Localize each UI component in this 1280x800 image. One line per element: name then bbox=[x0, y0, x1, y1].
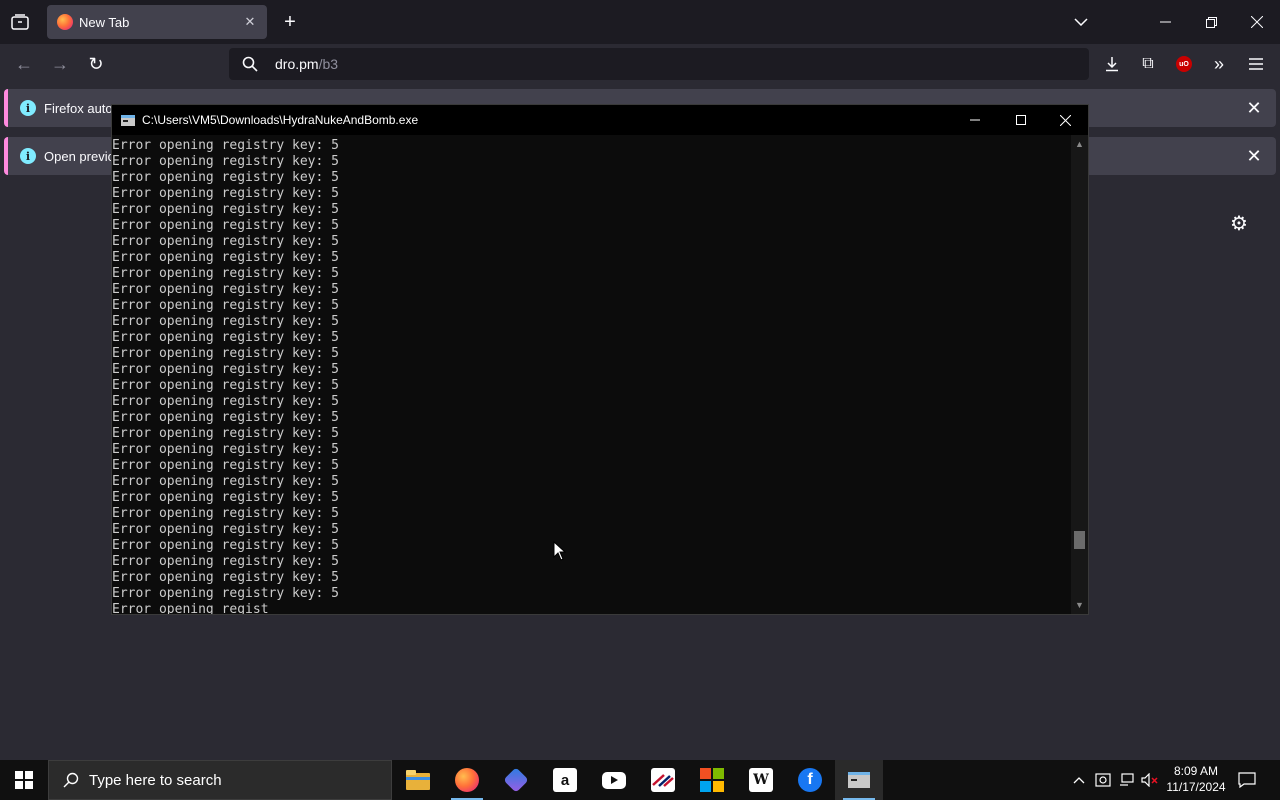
console-line: Error opening registry key: 5 bbox=[112, 346, 339, 361]
url-bar[interactable]: dro.pm/b3 bbox=[229, 48, 1089, 80]
console-line: Error opening registry key: 5 bbox=[112, 378, 339, 393]
tab-new-tab[interactable]: New Tab ✕ bbox=[47, 5, 267, 39]
clock-time: 8:09 AM bbox=[1173, 764, 1219, 778]
console-line: Error opening registry key: 5 bbox=[112, 234, 339, 249]
search-icon bbox=[241, 55, 259, 73]
downloads-icon[interactable] bbox=[1098, 50, 1126, 78]
console-window: C:\Users\VM5\Downloads\HydraNukeAndBomb.… bbox=[111, 104, 1089, 615]
search-icon bbox=[63, 772, 79, 788]
url-path: /b3 bbox=[318, 56, 339, 72]
restore-button[interactable] bbox=[1188, 0, 1234, 44]
more-tools-chevrons-icon[interactable]: » bbox=[1205, 50, 1233, 78]
console-line: Error opening registry key: 5 bbox=[112, 266, 339, 281]
taskbar: Type here to search a W f 8:09 AM 11/17/… bbox=[0, 760, 1280, 800]
taskbar-clock[interactable]: 8:09 AM 11/17/2024 bbox=[1162, 763, 1230, 795]
wikipedia-icon[interactable]: W bbox=[737, 760, 785, 800]
amazon-icon[interactable]: a bbox=[541, 760, 589, 800]
console-line: Error opening registry key: 5 bbox=[112, 138, 339, 153]
microsoft-store-icon[interactable] bbox=[688, 760, 736, 800]
mouse-pointer-icon bbox=[553, 540, 567, 561]
console-line: Error opening registry key: 5 bbox=[112, 282, 339, 297]
console-output[interactable]: Error opening registry key: 5 Error openi… bbox=[112, 138, 1072, 614]
new-tab-plus-icon[interactable]: + bbox=[280, 11, 300, 33]
console-maximize-button[interactable] bbox=[998, 105, 1044, 135]
console-app-icon bbox=[121, 114, 135, 126]
close-icon[interactable]: ✕ bbox=[1244, 98, 1264, 118]
console-line: Error opening registry key: 5 bbox=[112, 330, 339, 345]
console-close-button[interactable] bbox=[1042, 105, 1088, 135]
console-line: Error opening registry key: 5 bbox=[112, 154, 339, 169]
console-line: Error opening registry key: 5 bbox=[112, 538, 339, 553]
console-line: Error opening regist bbox=[112, 602, 269, 614]
search-placeholder: Type here to search bbox=[89, 771, 222, 789]
copilot-icon[interactable] bbox=[492, 760, 540, 800]
console-line: Error opening registry key: 5 bbox=[112, 362, 339, 377]
minimize-button[interactable] bbox=[1142, 0, 1188, 44]
info-icon: i bbox=[20, 148, 36, 164]
tab-title: New Tab bbox=[79, 14, 130, 30]
tab-strip: New Tab ✕ + bbox=[0, 0, 1280, 44]
firefox-taskbar-icon[interactable] bbox=[443, 760, 491, 800]
notification-center-icon[interactable] bbox=[1236, 770, 1258, 790]
console-line: Error opening registry key: 5 bbox=[112, 186, 339, 201]
console-line: Error opening registry key: 5 bbox=[112, 570, 339, 585]
console-line: Error opening registry key: 5 bbox=[112, 410, 339, 425]
bank-of-america-icon[interactable] bbox=[639, 760, 687, 800]
console-line: Error opening registry key: 5 bbox=[112, 490, 339, 505]
url-host: dro.pm bbox=[275, 56, 319, 72]
network-icon[interactable] bbox=[1117, 770, 1137, 790]
clock-date: 11/17/2024 bbox=[1166, 780, 1226, 794]
hamburger-menu-icon[interactable] bbox=[1242, 50, 1270, 78]
list-all-tabs-chevron-icon[interactable] bbox=[1070, 12, 1092, 32]
console-minimize-button[interactable] bbox=[952, 105, 998, 135]
console-line: Error opening registry key: 5 bbox=[112, 474, 339, 489]
firefox-icon bbox=[57, 14, 73, 30]
console-title-bar[interactable]: C:\Users\VM5\Downloads\HydraNukeAndBomb.… bbox=[112, 105, 1088, 135]
console-line: Error opening registry key: 5 bbox=[112, 586, 339, 601]
firefox-view-icon[interactable] bbox=[10, 12, 30, 32]
console-taskbar-icon[interactable] bbox=[835, 760, 883, 800]
console-line: Error opening registry key: 5 bbox=[112, 554, 339, 569]
console-scrollbar[interactable]: ▲ ▼ bbox=[1071, 135, 1088, 614]
start-button[interactable] bbox=[0, 760, 48, 800]
windows-logo-icon bbox=[15, 771, 33, 789]
youtube-icon[interactable] bbox=[590, 760, 638, 800]
console-line: Error opening registry key: 5 bbox=[112, 298, 339, 313]
console-line: Error opening registry key: 5 bbox=[112, 218, 339, 233]
console-line: Error opening registry key: 5 bbox=[112, 522, 339, 537]
extensions-puzzle-icon[interactable]: ⧉ bbox=[1134, 50, 1162, 78]
security-center-icon[interactable] bbox=[1093, 770, 1113, 790]
close-window-button[interactable] bbox=[1234, 0, 1280, 44]
ublock-origin-icon[interactable]: uO bbox=[1170, 50, 1198, 78]
gear-icon[interactable]: ⚙ bbox=[1228, 212, 1250, 235]
console-line: Error opening registry key: 5 bbox=[112, 394, 339, 409]
console-line: Error opening registry key: 5 bbox=[112, 506, 339, 521]
info-icon: i bbox=[20, 100, 36, 116]
volume-muted-icon[interactable] bbox=[1140, 770, 1160, 790]
close-icon[interactable]: ✕ bbox=[1244, 146, 1264, 166]
back-button[interactable]: ← bbox=[10, 50, 38, 78]
console-line: Error opening registry key: 5 bbox=[112, 442, 339, 457]
console-title: C:\Users\VM5\Downloads\HydraNukeAndBomb.… bbox=[142, 113, 419, 127]
chevron-up-icon[interactable] bbox=[1069, 770, 1089, 790]
scroll-down-arrow-icon[interactable]: ▼ bbox=[1071, 598, 1088, 612]
console-line: Error opening registry key: 5 bbox=[112, 314, 339, 329]
console-line: Error opening registry key: 5 bbox=[112, 250, 339, 265]
close-tab-icon[interactable]: ✕ bbox=[241, 13, 259, 31]
file-explorer-icon[interactable] bbox=[394, 760, 442, 800]
reload-button[interactable]: ↻ bbox=[82, 50, 110, 78]
console-line: Error opening registry key: 5 bbox=[112, 458, 339, 473]
taskbar-search-box[interactable]: Type here to search bbox=[48, 760, 392, 800]
console-line: Error opening registry key: 5 bbox=[112, 170, 339, 185]
forward-button[interactable]: → bbox=[46, 50, 74, 78]
scrollbar-thumb[interactable] bbox=[1074, 531, 1085, 549]
console-line: Error opening registry key: 5 bbox=[112, 426, 339, 441]
scroll-up-arrow-icon[interactable]: ▲ bbox=[1071, 137, 1088, 151]
navigation-toolbar: ← → ↻ dro.pm/b3 ⧉ uO » bbox=[0, 44, 1280, 84]
facebook-icon[interactable]: f bbox=[786, 760, 834, 800]
console-line: Error opening registry key: 5 bbox=[112, 202, 339, 217]
